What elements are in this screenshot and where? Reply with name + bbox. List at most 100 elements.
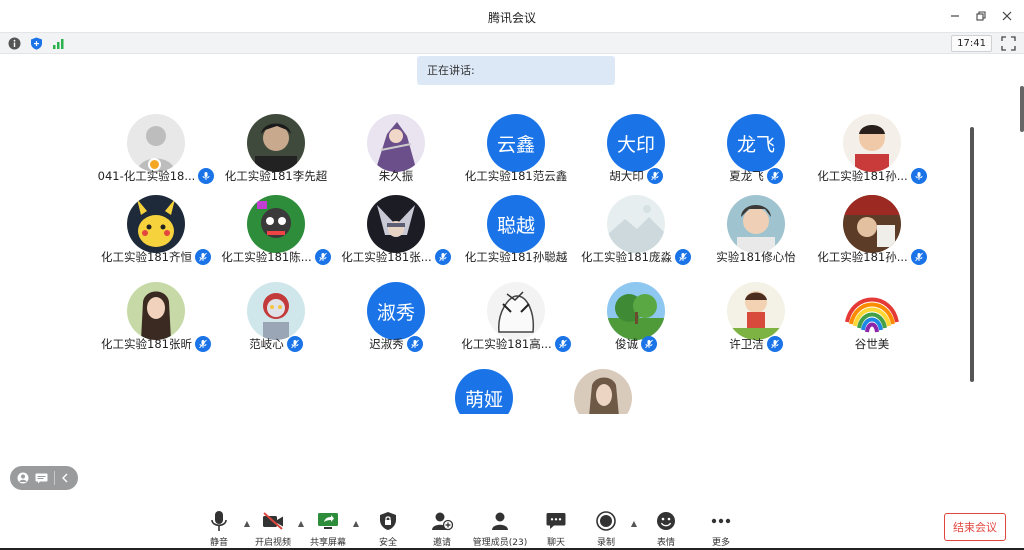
mic-icon[interactable] <box>910 168 927 184</box>
participant-tile[interactable]: 实验181修心怡 <box>696 195 816 275</box>
avatar <box>843 282 901 340</box>
share-screen-icon <box>318 513 338 529</box>
mic-icon[interactable] <box>646 168 663 184</box>
participant-name: 化工实验181张昕 <box>101 337 192 351</box>
invite-button[interactable]: 邀请 <box>414 510 470 550</box>
avatar <box>843 195 901 253</box>
avatar <box>127 282 185 340</box>
avatar <box>843 114 901 172</box>
participant-name: 化工实验181庞淼 <box>581 250 672 264</box>
edge-scroll-handle[interactable] <box>1020 86 1024 132</box>
participant-name: 俊诚 <box>615 337 638 351</box>
chat-bubble-icon <box>35 473 48 483</box>
avatar: 淑秀 <box>367 282 425 340</box>
participant-tile[interactable]: 化工实验181陈... <box>216 195 336 275</box>
manage-members-button[interactable]: 管理成员(23) <box>472 510 528 550</box>
invite-label: 邀请 <box>432 538 451 548</box>
mic-icon[interactable] <box>406 336 423 352</box>
mic-icon[interactable] <box>194 249 211 265</box>
participant-tile[interactable]: 龙飞 夏龙飞 <box>696 114 816 194</box>
end-meeting-button[interactable]: 结束会议 <box>944 513 1006 541</box>
participant-tile[interactable]: 淑秀 迟淑秀 <box>336 282 456 362</box>
participant-tile[interactable]: 化工实验181张... <box>336 195 456 275</box>
emoji-button[interactable]: 表情 <box>638 510 694 550</box>
manage-members-label: 管理成员(23) <box>472 538 528 548</box>
info-button[interactable] <box>7 36 21 50</box>
record-icon <box>596 511 616 531</box>
participant-tile[interactable]: 朱久振 <box>336 114 456 194</box>
participant-tile[interactable]: 化工实验181庞淼 <box>576 195 696 275</box>
participant-tile[interactable]: 俊诚 <box>576 282 696 362</box>
participant-tile[interactable]: 聪越 化工实验181孙聪越 <box>456 195 576 275</box>
participant-tile[interactable]: 云鑫 化工实验181范云鑫 <box>456 114 576 194</box>
start-video-button[interactable]: 开启视频 <box>245 510 301 550</box>
mute-button[interactable]: 静音 <box>191 510 247 550</box>
more-button[interactable]: 更多 <box>693 510 749 550</box>
speaking-indicator: 正在讲话: <box>417 56 615 85</box>
mic-icon[interactable] <box>766 336 783 352</box>
participant-name: 041-化工实验18... <box>97 169 196 183</box>
avatar: 萌娅 <box>455 369 513 414</box>
participant-name: 化工实验181陈... <box>221 250 312 264</box>
collapse-button[interactable] <box>61 473 69 483</box>
share-screen-label: 共享屏幕 <box>309 538 346 548</box>
avatar <box>487 282 545 340</box>
participant-tile[interactable]: 化工实验181张昕 <box>96 282 216 362</box>
participant-grid: 041-化工实验18... 化工实验181李先超 朱久振 云鑫 化工实验181范 <box>0 114 960 414</box>
grid-scrollbar[interactable] <box>970 127 974 382</box>
fullscreen-icon <box>1001 36 1016 51</box>
participant-tile[interactable]: 化工实验181齐恒 <box>96 195 216 275</box>
emoji-label: 表情 <box>656 538 675 548</box>
participant-tile[interactable]: 许卫洁 <box>696 282 816 362</box>
caret-up-icon: ▲ <box>630 518 638 528</box>
mic-icon[interactable] <box>910 249 927 265</box>
avatar <box>607 282 665 340</box>
shield-icon <box>380 512 396 530</box>
participant-tile[interactable]: 化工实验181高... <box>456 282 576 362</box>
participant-tile[interactable]: 萌娅 <box>424 369 544 414</box>
shield-button[interactable] <box>29 36 43 50</box>
mic-icon[interactable] <box>314 249 331 265</box>
participant-tile[interactable]: 化工实验181李先超 <box>216 114 336 194</box>
add-user-icon <box>432 512 453 531</box>
minimize-button[interactable] <box>944 6 966 26</box>
avatar <box>574 369 632 414</box>
signal-icon <box>52 38 63 49</box>
mic-icon[interactable] <box>434 249 451 265</box>
avatar <box>727 282 785 340</box>
participant-tile[interactable]: 041-化工实验18... <box>96 114 216 194</box>
close-button[interactable] <box>996 6 1018 26</box>
record-label: 录制 <box>596 538 615 548</box>
chat-view-button[interactable] <box>35 473 48 484</box>
record-button[interactable]: 录制 <box>578 510 634 550</box>
mic-icon[interactable] <box>641 336 657 352</box>
mic-icon[interactable] <box>194 336 211 352</box>
avatar: 大印 <box>607 114 665 172</box>
participant-name: 化工实验181范云鑫 <box>464 169 568 183</box>
fullscreen-button[interactable] <box>1001 36 1016 51</box>
participant-tile[interactable]: 化工实验181孙... <box>812 114 932 194</box>
participant-tile[interactable]: 化工实验181孙... <box>812 195 932 275</box>
mic-icon[interactable] <box>198 168 215 184</box>
chat-button[interactable]: 聊天 <box>528 510 584 550</box>
mic-icon[interactable] <box>554 336 571 352</box>
participant-tile[interactable]: 谷世美 <box>812 282 932 362</box>
more-label: 更多 <box>711 538 730 548</box>
close-icon <box>1002 11 1012 21</box>
security-label: 安全 <box>378 538 397 548</box>
mic-icon[interactable] <box>674 249 691 265</box>
mic-icon[interactable] <box>766 168 783 184</box>
security-button[interactable]: 安全 <box>360 510 416 550</box>
signal-button[interactable] <box>51 36 65 50</box>
participant-view-button[interactable] <box>17 472 29 484</box>
shield-icon <box>30 37 42 50</box>
participant-tile[interactable]: 范岐心 <box>216 282 336 362</box>
participant-tile[interactable] <box>543 369 663 414</box>
emoji-icon <box>657 512 675 530</box>
status-icons <box>7 36 65 50</box>
mic-icon[interactable] <box>286 336 303 352</box>
restore-button[interactable] <box>970 6 992 26</box>
share-screen-button[interactable]: 共享屏幕 <box>300 510 356 550</box>
participant-tile[interactable]: 大印 胡大印 <box>576 114 696 194</box>
status-bar: 17:41 <box>0 32 1024 54</box>
